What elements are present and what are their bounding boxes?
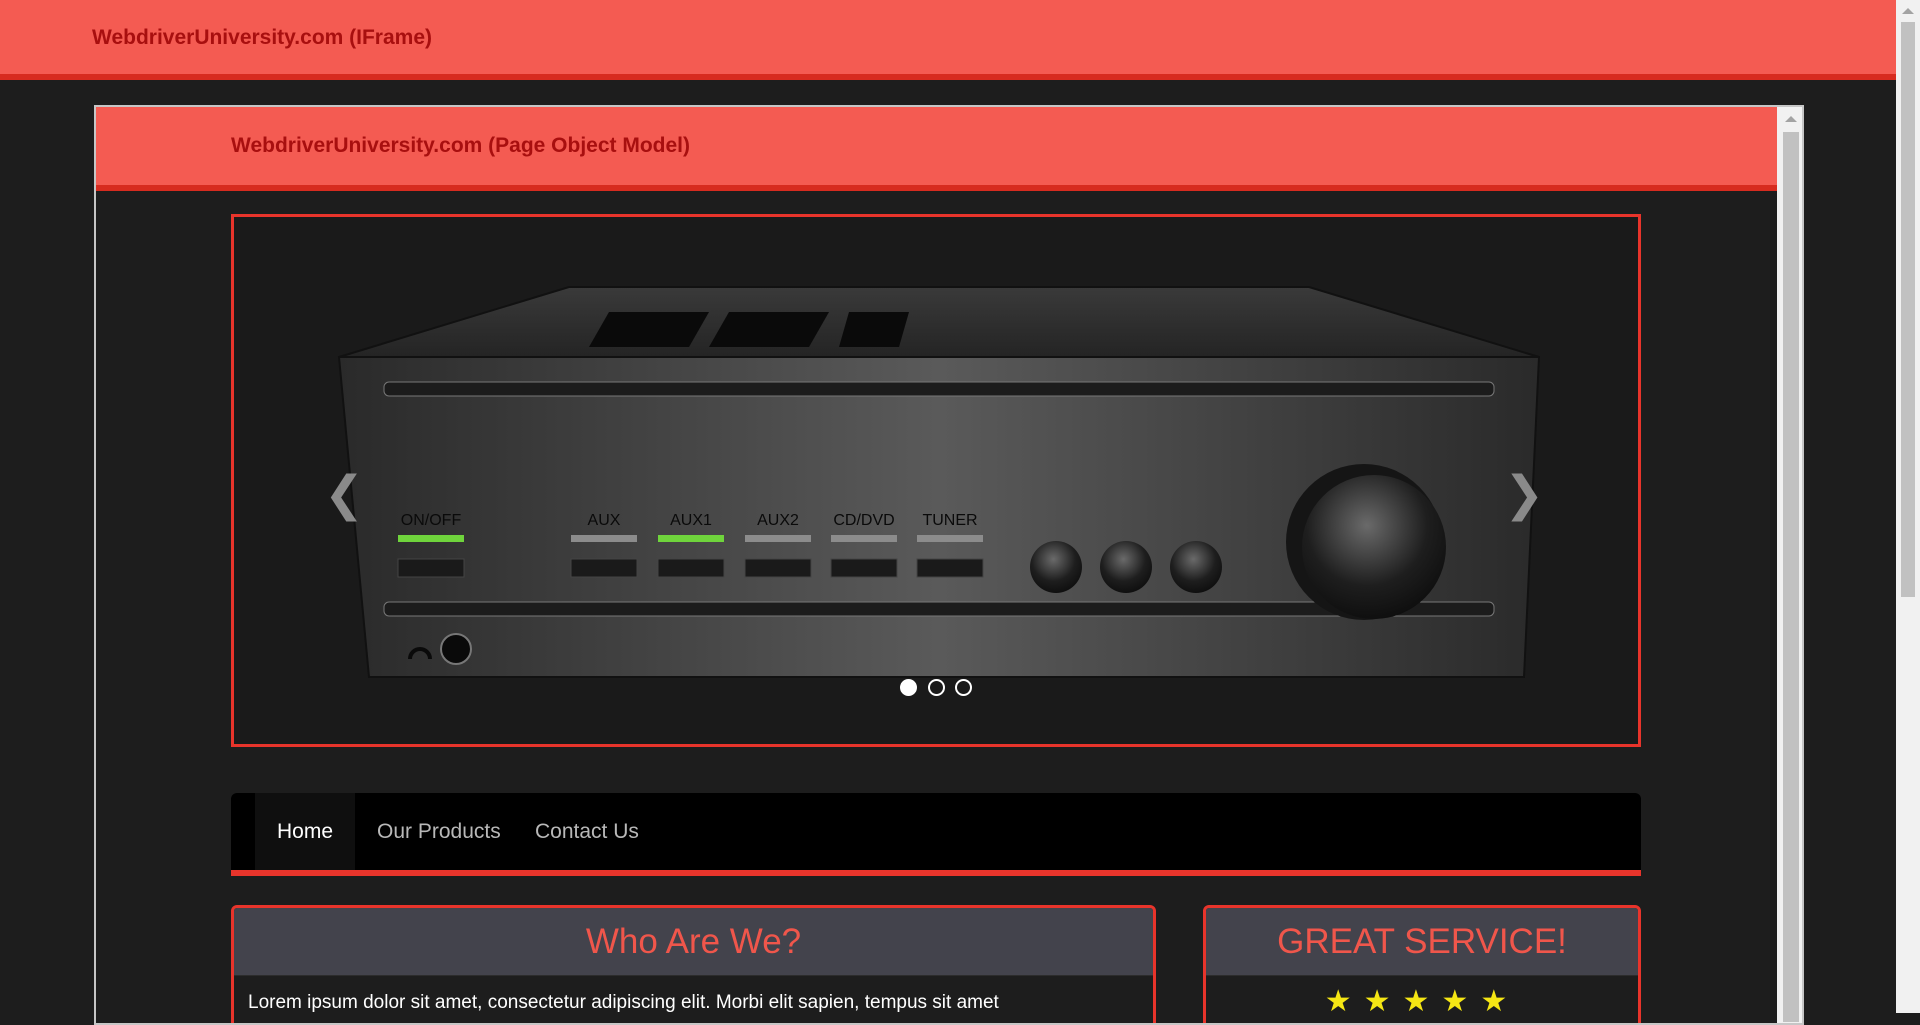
main-navbar: Home Our Products Contact Us bbox=[231, 793, 1641, 876]
nav-our-products[interactable]: Our Products bbox=[355, 793, 523, 870]
iframe-brand[interactable]: WebdriverUniversity.com (Page Object Mod… bbox=[231, 134, 690, 158]
amp-label-aux1: AUX1 bbox=[670, 512, 712, 529]
scroll-up-icon[interactable] bbox=[1902, 8, 1914, 14]
who-are-we-body: Lorem ipsum dolor sit amet, consectetur … bbox=[248, 992, 999, 1013]
outer-header: WebdriverUniversity.com (IFrame) bbox=[0, 0, 1896, 80]
scroll-up-icon[interactable] bbox=[1785, 116, 1797, 122]
amplifier-image: ON/OFF AUX AUX1 AUX2 CD/DVD TUNER bbox=[337, 286, 1541, 678]
product-carousel: ON/OFF AUX AUX1 AUX2 CD/DVD TUNER ❮ ❯ bbox=[231, 214, 1641, 747]
who-are-we-title: Who Are We? bbox=[234, 908, 1153, 976]
great-service-title: GREAT SERVICE! bbox=[1206, 908, 1638, 976]
great-service-panel: GREAT SERVICE! ★★★★★ bbox=[1203, 905, 1641, 1023]
amp-label-aux: AUX bbox=[588, 512, 621, 529]
amp-label-cd: CD/DVD bbox=[833, 512, 894, 529]
carousel-indicators bbox=[234, 679, 1638, 701]
amp-label-aux2: AUX2 bbox=[757, 512, 799, 529]
carousel-prev-button[interactable]: ❮ bbox=[324, 465, 364, 525]
amp-label-onoff: ON/OFF bbox=[401, 512, 462, 529]
carousel-next-button[interactable]: ❯ bbox=[1504, 465, 1544, 525]
carousel-indicator-3[interactable] bbox=[954, 679, 972, 696]
outer-brand[interactable]: WebdriverUniversity.com (IFrame) bbox=[92, 26, 432, 50]
scrollbar-thumb[interactable] bbox=[1901, 22, 1915, 597]
iframe-frame: WebdriverUniversity.com (Page Object Mod… bbox=[94, 105, 1804, 1025]
chevron-left-icon: ❮ bbox=[324, 468, 365, 521]
nav-contact-us[interactable]: Contact Us bbox=[513, 793, 661, 870]
chevron-right-icon: ❯ bbox=[1504, 468, 1545, 521]
nav-home[interactable]: Home bbox=[255, 793, 356, 870]
iframe-scrollbar[interactable] bbox=[1777, 107, 1802, 1023]
page-scrollbar[interactable] bbox=[1896, 0, 1920, 1013]
carousel-indicator-1[interactable] bbox=[900, 679, 918, 696]
iframe-header: WebdriverUniversity.com (Page Object Mod… bbox=[96, 107, 1777, 191]
carousel-indicator-2[interactable] bbox=[927, 679, 945, 696]
who-are-we-panel: Who Are We? Lorem ipsum dolor sit amet, … bbox=[231, 905, 1156, 1023]
amp-label-tuner: TUNER bbox=[922, 512, 977, 529]
iframe-scrollbar-thumb[interactable] bbox=[1783, 132, 1799, 1022]
